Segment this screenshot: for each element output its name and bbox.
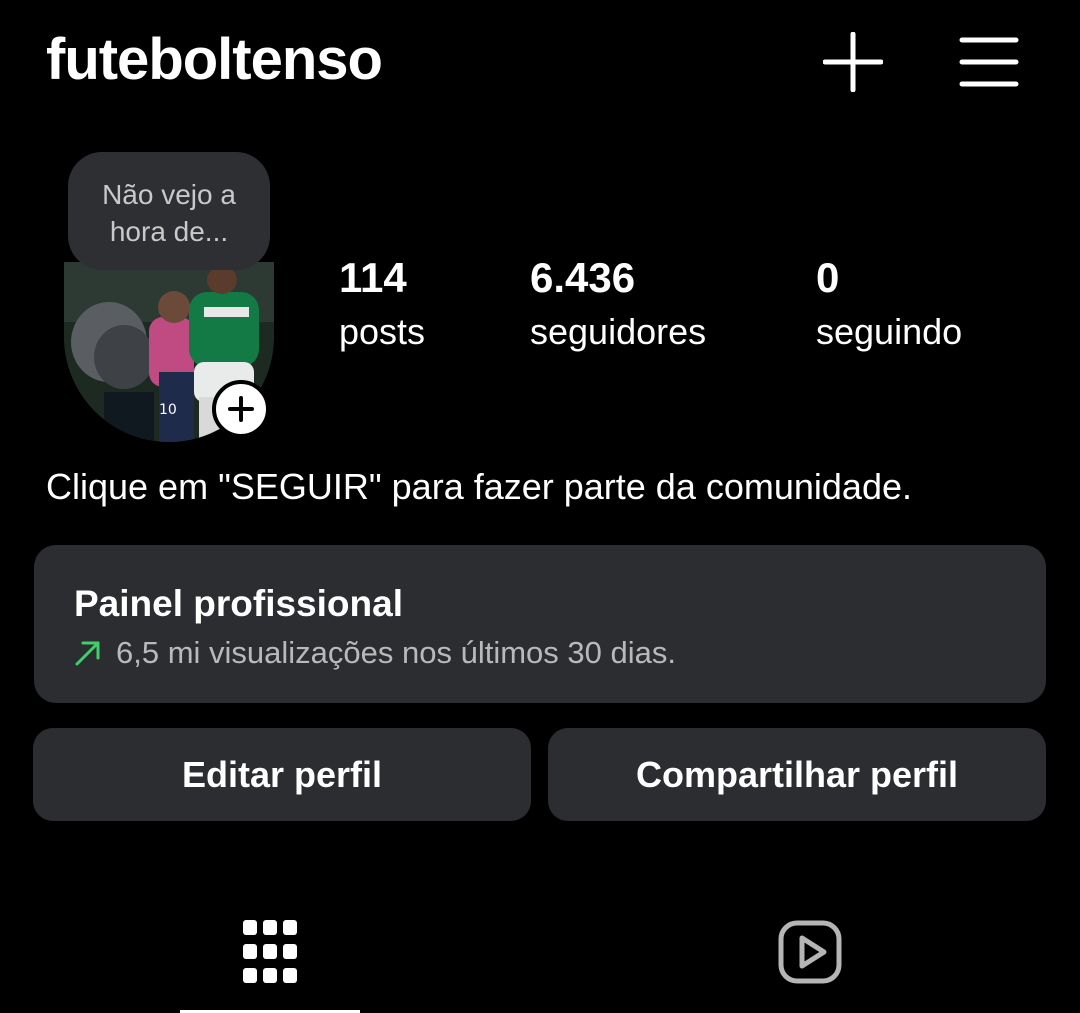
profile-tabs bbox=[0, 880, 1080, 1013]
hamburger-menu-icon[interactable] bbox=[957, 30, 1021, 94]
plus-icon bbox=[228, 396, 254, 422]
stat-following[interactable]: 0 seguindo bbox=[816, 254, 962, 362]
note-bubble[interactable]: Não vejo a hora de... bbox=[68, 152, 270, 270]
note-line-2: hora de... bbox=[109, 216, 229, 247]
grid-icon[interactable] bbox=[230, 912, 310, 992]
stat-posts[interactable]: 114 posts bbox=[339, 254, 425, 362]
stat-posts-label: posts bbox=[339, 311, 426, 352]
plus-icon[interactable] bbox=[821, 30, 885, 94]
stat-posts-value: 114 bbox=[339, 254, 407, 301]
stat-following-value: 0 bbox=[816, 254, 840, 301]
reels-icon[interactable] bbox=[770, 912, 850, 992]
note-line-1: Não vejo a bbox=[102, 179, 236, 210]
trend-up-arrow-icon bbox=[74, 639, 102, 667]
dashboard-subtitle-row: 6,5 mi visualizações nos últimos 30 dias… bbox=[74, 635, 676, 671]
stat-followers-value: 6.436 bbox=[530, 254, 636, 301]
dashboard-title: Painel profissional bbox=[74, 583, 403, 624]
stat-following-label: seguindo bbox=[816, 311, 963, 352]
svg-text:10: 10 bbox=[159, 402, 177, 418]
profile-bio: Clique em "SEGUIR" para fazer parte da c… bbox=[46, 466, 912, 507]
professional-dashboard[interactable]: Painel profissional 6,5 mi visualizações… bbox=[34, 545, 1046, 703]
add-story-button[interactable] bbox=[212, 380, 270, 438]
stat-followers[interactable]: 6.436 seguidores bbox=[530, 254, 706, 362]
profile-header: futeboltenso bbox=[0, 0, 1080, 130]
stat-followers-label: seguidores bbox=[530, 311, 707, 352]
share-profile-button[interactable]: Compartilhar perfil bbox=[548, 728, 1046, 821]
profile-username[interactable]: futeboltenso bbox=[46, 26, 383, 93]
edit-profile-button[interactable]: Editar perfil bbox=[33, 728, 531, 821]
dashboard-subtitle: 6,5 mi visualizações nos últimos 30 dias… bbox=[116, 635, 676, 670]
